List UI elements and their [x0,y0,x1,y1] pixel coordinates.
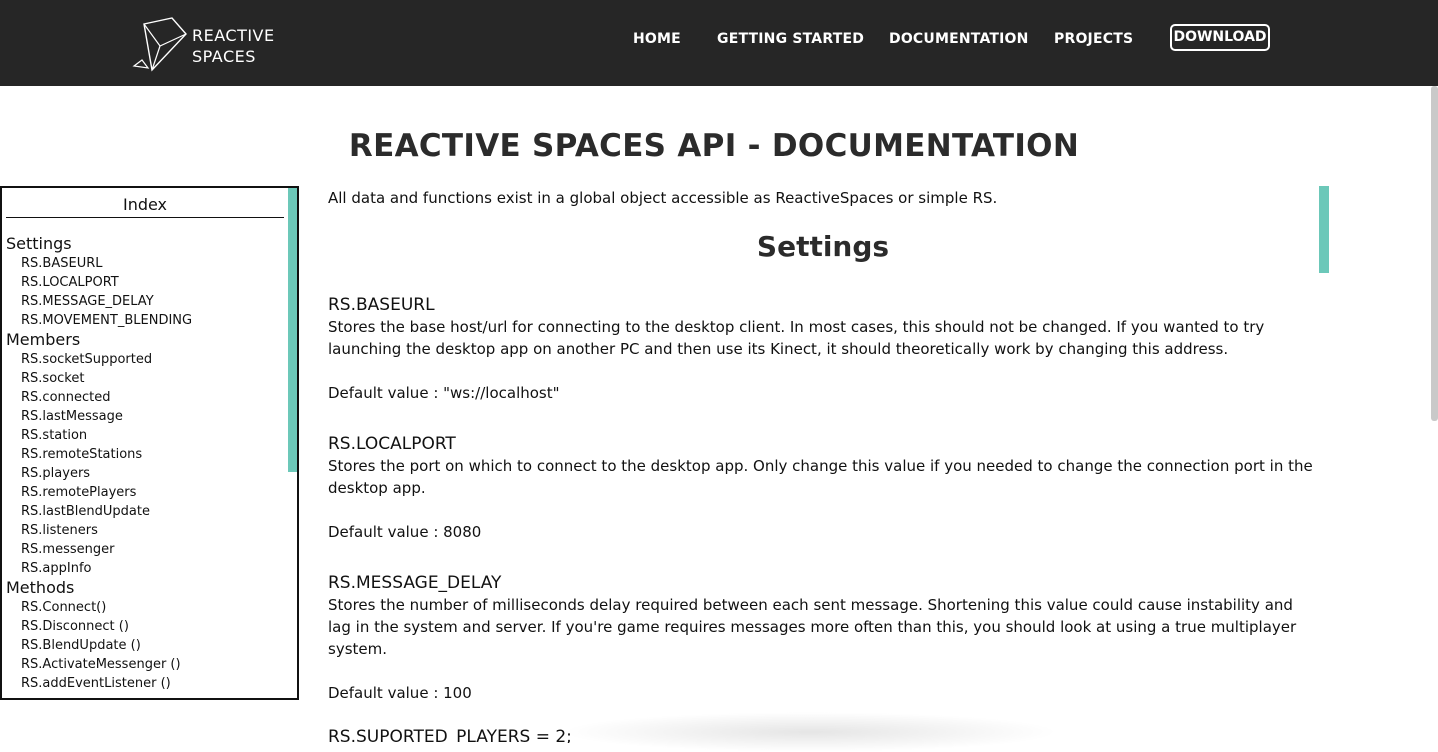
index-item[interactable]: RS.socket [6,369,286,388]
index-list: Settings RS.BASEURL RS.LOCALPORT RS.MESS… [6,234,286,693]
nav-documentation[interactable]: DOCUMENTATION [889,29,1029,49]
index-item[interactable]: RS.lastBlendUpdate [6,502,286,521]
index-item[interactable]: RS.players [6,464,286,483]
index-item[interactable]: RS.remoteStations [6,445,286,464]
index-title: Index [6,194,284,218]
index-item[interactable]: RS.ActivateMessenger () [6,655,286,674]
entry-default-value: Default value : 100 [328,684,472,702]
entry-description: Stores the base host/url for connecting … [328,318,1265,336]
index-item[interactable]: RS.connected [6,388,286,407]
doc-entry-baseurl: RS.BASEURL Stores the base host/url for … [328,294,1313,404]
index-item[interactable]: RS.station [6,426,286,445]
doc-entry-localport: RS.LOCALPORT Stores the port on which to… [328,433,1313,543]
index-item[interactable]: RS.MESSAGE_DELAY [6,292,286,311]
top-header: REACTIVE SPACES HOME GETTING STARTED DOC… [0,0,1438,86]
page-title: REACTIVE SPACES API - DOCUMENTATION [348,128,1080,164]
nav-projects[interactable]: PROJECTS [1054,29,1133,49]
index-section-members: Members [6,330,81,349]
content-scrollbar-thumb[interactable] [1319,186,1329,273]
entry-name: RS.LOCALPORT [328,434,456,454]
entry-description: launching the desktop app on another PC … [328,340,1229,358]
entry-description: Stores the port on which to connect to t… [328,457,1313,475]
nav-getting-started[interactable]: GETTING STARTED [717,29,864,49]
page-scrollbar-thumb[interactable] [1431,86,1438,421]
index-item[interactable]: RS.addEventListener () [6,674,286,693]
index-item[interactable]: RS.Connect() [6,598,286,617]
index-item[interactable]: RS.lastMessage [6,407,286,426]
index-item[interactable]: RS.messenger [6,540,286,559]
entry-name: RS.BASEURL [328,295,435,315]
index-item[interactable]: RS.listeners [6,521,286,540]
index-section-settings: Settings [6,234,72,253]
documentation-content: All data and functions exist in a global… [328,186,1318,743]
index-item[interactable]: RS.BlendUpdate () [6,636,286,655]
intro-text: All data and functions exist in a global… [328,189,998,207]
entry-description: desktop app. [328,479,426,497]
nav-download-button[interactable]: DOWNLOAD [1170,24,1270,51]
index-item[interactable]: RS.BASEURL [6,254,286,273]
index-item[interactable]: RS.appInfo [6,559,286,578]
main-nav: HOME GETTING STARTED DOCUMENTATION PROJE… [0,0,1438,86]
entry-name: RS.MESSAGE_DELAY [328,573,502,593]
index-section-methods: Methods [6,578,75,597]
doc-entry-message-delay: RS.MESSAGE_DELAY Stores the number of mi… [328,572,1313,704]
index-item[interactable]: RS.LOCALPORT [6,273,286,292]
entry-description: lag in the system and server. If you're … [328,618,1297,636]
index-scrollbar-thumb[interactable] [288,188,297,472]
index-item[interactable]: RS.Disconnect () [6,617,286,636]
entry-default-value: Default value : 8080 [328,523,482,541]
entry-description: system. [328,640,387,658]
index-item[interactable]: RS.socketSupported [6,350,286,369]
nav-home[interactable]: HOME [633,29,681,49]
index-item[interactable]: RS.MOVEMENT_BLENDING [6,311,286,330]
entry-default-value: Default value : "ws://localhost" [328,384,560,402]
index-panel: Index Settings RS.BASEURL RS.LOCALPORT R… [0,186,299,700]
bottom-shadow [560,712,1060,752]
entry-description: Stores the number of milliseconds delay … [328,596,1293,614]
index-item[interactable]: RS.remotePlayers [6,483,286,502]
section-title-settings: Settings [756,230,890,263]
